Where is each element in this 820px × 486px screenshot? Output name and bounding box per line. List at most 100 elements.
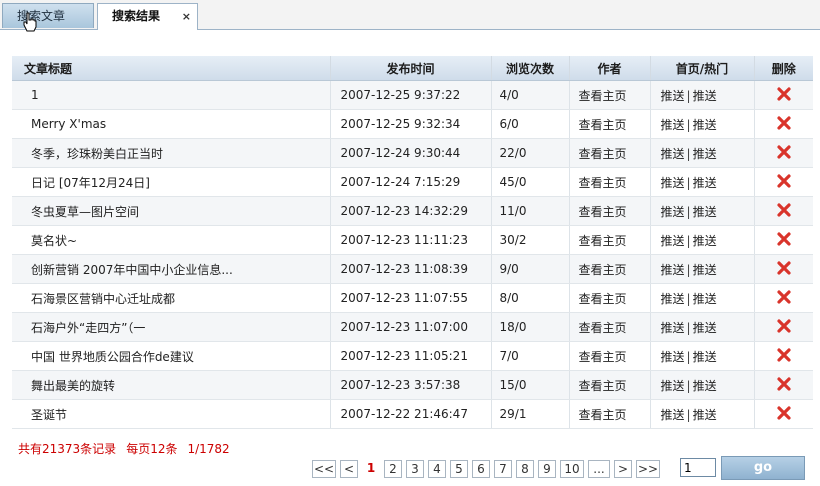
push-hot-link[interactable]: 推送 [693,321,717,335]
col-header-delete[interactable]: 删除 [754,56,813,81]
author-homepage-link[interactable]: 查看主页 [569,283,651,313]
author-homepage-link[interactable]: 查看主页 [569,138,651,168]
push-home-link[interactable]: 推送 [661,292,685,306]
separator: | [686,349,691,364]
more-pages-button[interactable]: ... [588,460,610,478]
delete-x-icon[interactable] [777,115,791,133]
push-cell: 推送 | 推送 [650,370,755,400]
author-homepage-link[interactable]: 查看主页 [569,225,651,255]
push-hot-link[interactable]: 推送 [693,118,717,132]
article-title-link[interactable]: 冬虫夏草—图片空间 [12,196,331,226]
push-home-link[interactable]: 推送 [661,118,685,132]
delete-x-icon[interactable] [777,347,791,365]
separator: | [686,378,691,393]
push-home-link[interactable]: 推送 [661,379,685,393]
delete-x-icon[interactable] [777,260,791,278]
push-home-link[interactable]: 推送 [661,263,685,277]
delete-x-icon[interactable] [777,202,791,220]
push-hot-link[interactable]: 推送 [693,350,717,364]
view-count: 4/0 [491,80,570,110]
publish-date: 2007-12-23 14:32:29 [330,196,492,226]
push-cell: 推送 | 推送 [650,312,755,342]
delete-x-icon[interactable] [777,405,791,423]
push-home-link[interactable]: 推送 [661,89,685,103]
article-title-link[interactable]: 中国 世界地质公园合作de建议 [12,341,331,371]
push-hot-link[interactable]: 推送 [693,147,717,161]
article-title-link[interactable]: 创新营销 2007年中国中小企业信息... [12,254,331,284]
delete-x-icon[interactable] [777,376,791,394]
push-home-link[interactable]: 推送 [661,234,685,248]
col-header-author[interactable]: 作者 [569,56,651,81]
first-page-button[interactable]: << [312,460,336,478]
page-button-10[interactable]: 10 [560,460,584,478]
push-hot-link[interactable]: 推送 [693,234,717,248]
push-home-link[interactable]: 推送 [661,205,685,219]
close-icon[interactable]: × [182,4,191,29]
delete-x-icon[interactable] [777,144,791,162]
prev-page-button[interactable]: < [340,460,358,478]
page-button-5[interactable]: 5 [450,460,468,478]
author-homepage-link[interactable]: 查看主页 [569,254,651,284]
next-page-button[interactable]: > [614,460,632,478]
delete-x-icon[interactable] [777,289,791,307]
push-home-link[interactable]: 推送 [661,321,685,335]
push-hot-link[interactable]: 推送 [693,89,717,103]
author-homepage-link[interactable]: 查看主页 [569,399,651,429]
article-title-link[interactable]: Merry X'mas [12,109,331,139]
col-header-push[interactable]: 首页/热门 [650,56,755,81]
article-title-link[interactable]: 日记 [07年12月24日] [12,167,331,197]
author-homepage-link[interactable]: 查看主页 [569,370,651,400]
article-title-link[interactable]: 莫名状~ [12,225,331,255]
author-homepage-link[interactable]: 查看主页 [569,109,651,139]
separator: | [686,88,691,103]
delete-x-icon[interactable] [777,318,791,336]
push-home-link[interactable]: 推送 [661,176,685,190]
col-header-views[interactable]: 浏览次数 [491,56,570,81]
push-home-link[interactable]: 推送 [661,147,685,161]
delete-x-icon[interactable] [777,173,791,191]
delete-x-icon[interactable] [777,86,791,104]
push-home-link[interactable]: 推送 [661,350,685,364]
separator: | [686,204,691,219]
article-title-link[interactable]: 舞出最美的旋转 [12,370,331,400]
author-homepage-link[interactable]: 查看主页 [569,341,651,371]
view-count: 22/0 [491,138,570,168]
push-hot-link[interactable]: 推送 [693,263,717,277]
publish-date: 2007-12-23 11:07:55 [330,283,492,313]
page-button-9[interactable]: 9 [538,460,556,478]
author-homepage-link[interactable]: 查看主页 [569,196,651,226]
last-page-button[interactable]: >> [636,460,660,478]
page-button-1[interactable]: 1 [362,460,380,478]
record-summary: 共有21373条记录 每页12条 1/1782 [18,440,240,457]
page-button-4[interactable]: 4 [428,460,446,478]
author-homepage-link[interactable]: 查看主页 [569,167,651,197]
article-title-link[interactable]: 石海景区营销中心迁址成都 [12,283,331,313]
push-hot-link[interactable]: 推送 [693,379,717,393]
tab-search-articles[interactable]: 搜索文章 [2,3,94,28]
article-title-link[interactable]: 石海户外“走四方”（一 [12,312,331,342]
page-button-6[interactable]: 6 [472,460,490,478]
delete-cell [754,312,813,342]
article-title-link[interactable]: 冬季，珍珠粉美白正当时 [12,138,331,168]
push-hot-link[interactable]: 推送 [693,176,717,190]
page-number-input[interactable] [680,458,716,477]
article-title-link[interactable]: 圣诞节 [12,399,331,429]
tab-search-results[interactable]: 搜索结果 × [97,3,198,30]
page-button-7[interactable]: 7 [494,460,512,478]
push-home-link[interactable]: 推送 [661,408,685,422]
push-hot-link[interactable]: 推送 [693,408,717,422]
go-button[interactable]: go [721,456,805,480]
author-homepage-link[interactable]: 查看主页 [569,312,651,342]
push-hot-link[interactable]: 推送 [693,205,717,219]
push-cell: 推送 | 推送 [650,167,755,197]
article-title-link[interactable]: 1 [12,80,331,110]
author-homepage-link[interactable]: 查看主页 [569,80,651,110]
col-header-title[interactable]: 文章标题 [12,56,331,81]
page-button-3[interactable]: 3 [406,460,424,478]
page-button-8[interactable]: 8 [516,460,534,478]
delete-x-icon[interactable] [777,231,791,249]
table-header-row: 文章标题 发布时间 浏览次数 作者 首页/热门 删除 [12,56,813,81]
push-hot-link[interactable]: 推送 [693,292,717,306]
col-header-date[interactable]: 发布时间 [330,56,492,81]
page-button-2[interactable]: 2 [384,460,402,478]
